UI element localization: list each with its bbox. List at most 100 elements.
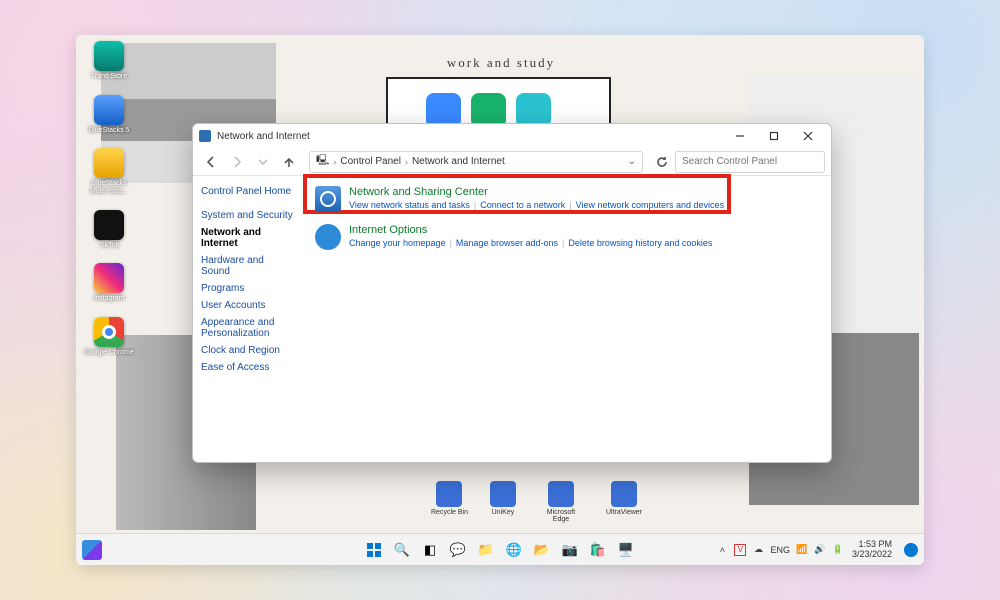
tray-overflow-icon[interactable]: ˄ [716,544,728,556]
desktop-shortcut[interactable]: UltraViewer [606,481,642,523]
breadcrumb-current[interactable]: Network and Internet [412,156,505,167]
wallpaper-heading: work and study [376,55,626,71]
desktop-icon-instagram[interactable]: Instagram [82,263,136,303]
up-button[interactable] [277,150,301,174]
instagram-icon [94,263,124,293]
desktop-icon-trans-store[interactable]: Trans Store [82,41,136,81]
shortcut-label: Microsoft Edge [538,509,584,523]
shortcut-icon [490,481,516,507]
desktop-shortcut[interactable]: UniKey [490,481,516,523]
desktop-icon-label: Google Chrome [84,349,133,357]
sidebar-item[interactable]: Appearance and Personalization [201,314,295,342]
category-sublink[interactable]: View network computers and devices [576,200,724,210]
category-sublink[interactable]: Change your homepage [349,238,446,248]
category-sublink[interactable]: Connect to a network [480,200,565,210]
desktop-icon-bluestacks[interactable]: BlueStacks 5 [82,95,136,135]
shortcut-icon [611,481,637,507]
shortcut-icon [436,481,462,507]
sidebar: Control Panel Home System and SecurityNe… [193,176,303,462]
search-input[interactable] [682,156,818,167]
start-button[interactable] [363,539,385,561]
desktop-icons-column: Trans Store BlueStacks 5 BlueStacks Multi-… [82,41,136,357]
forward-button[interactable] [225,150,249,174]
breadcrumb-icon: 🖳 [316,153,329,170]
taskbar-center: 🔍 ◧ 💬 📁 🌐 📂 📷 🛍️ 🖥️ [363,539,637,561]
sidebar-item[interactable]: Ease of Access [201,359,295,376]
desktop-icon-label: Instagram [93,295,124,303]
address-bar[interactable]: 🖳 › Control Panel › Network and Internet… [309,151,643,173]
widgets-button[interactable] [82,540,102,560]
category-block: Network and Sharing Center View network … [313,184,821,214]
category-sublink[interactable]: View network status and tasks [349,200,470,210]
task-view-icon[interactable]: ◧ [419,539,441,561]
search-box[interactable] [675,151,825,173]
sidebar-item[interactable]: User Accounts [201,297,295,314]
category-block: Internet Options Change your homepage|Ma… [313,222,821,252]
desktop-shortcut-row: Recycle Bin UniKey Microsoft Edge UltraView… [431,481,642,523]
notification-center-button[interactable] [904,543,918,557]
refresh-button[interactable] [651,150,673,174]
clock[interactable]: 1:53 PM 3/23/2022 [852,540,892,560]
screenshot-frame: work and study Trans Store BlueStacks 5 Bl… [0,0,1000,600]
shortcut-label: Recycle Bin [431,509,468,516]
desktop-icon-tiktok[interactable]: TikTok [82,210,136,250]
address-dropdown-button[interactable]: ⌄ [628,156,636,167]
chrome-icon [94,317,124,347]
bluestacks-multi-icon [94,148,124,178]
taskbar: 🔍 ◧ 💬 📁 🌐 📂 📷 🛍️ 🖥️ ˄ V ☁ ENG 📶 🔊 [76,533,924,565]
file-explorer-icon[interactable]: 📁 [475,539,497,561]
category-icon [315,224,341,250]
taskbar-app-icon[interactable]: 🖥️ [615,539,637,561]
category-icon [315,186,341,212]
edge-icon[interactable]: 🌐 [503,539,525,561]
desktop-shortcut[interactable]: Recycle Bin [431,481,468,523]
maximize-button[interactable] [757,125,791,147]
recent-locations-button[interactable] [251,150,275,174]
desktop-icon-label: Trans Store [91,73,127,81]
control-panel-window: Network and Internet 🖳 › Control Panel ›… [192,123,832,463]
category-sublink[interactable]: Delete browsing history and cookies [568,238,712,248]
category-sublinks: View network status and tasks|Connect to… [349,200,724,210]
sidebar-item[interactable]: System and Security [201,207,295,224]
titlebar[interactable]: Network and Internet [193,124,831,148]
desktop-icon-chrome[interactable]: Google Chrome [82,317,136,357]
onedrive-icon[interactable]: ☁ [752,544,764,556]
nav-toolbar: 🖳 › Control Panel › Network and Internet… [193,148,831,176]
desktop: work and study Trans Store BlueStacks 5 Bl… [76,35,924,565]
sidebar-item[interactable]: Clock and Region [201,342,295,359]
back-button[interactable] [199,150,223,174]
language-indicator[interactable]: ENG [770,545,790,555]
chevron-right-icon: › [333,157,336,167]
sidebar-item[interactable]: Hardware and Sound [201,252,295,280]
tiktok-icon [94,210,124,240]
breadcrumb-root[interactable]: Control Panel [340,156,401,167]
window-title: Network and Internet [217,131,310,142]
sidebar-item[interactable]: Programs [201,280,295,297]
tray-app-icon[interactable]: V [734,544,746,556]
control-panel-icon [199,130,211,142]
category-title-link[interactable]: Network and Sharing Center [349,186,724,198]
control-panel-home-link[interactable]: Control Panel Home [201,186,295,197]
content-pane: Network and Sharing Center View network … [303,176,831,462]
desktop-shortcut[interactable]: Microsoft Edge [538,481,584,523]
category-sublink[interactable]: Manage browser add-ons [456,238,558,248]
taskbar-app-icon[interactable]: 📂 [531,539,553,561]
sidebar-item[interactable]: Network and Internet [201,224,295,252]
taskbar-app-icon[interactable]: 📷 [559,539,581,561]
volume-icon[interactable]: 🔊 [814,544,826,556]
minimize-button[interactable] [723,125,757,147]
battery-icon[interactable]: 🔋 [832,544,844,556]
desktop-icon-bluestacks-multi[interactable]: BlueStacks Multi-Insta... [82,148,136,195]
taskbar-app-icon[interactable]: 🛍️ [587,539,609,561]
system-tray[interactable]: ˄ V ☁ ENG 📶 🔊 🔋 [716,544,844,556]
shortcut-label: UniKey [492,509,515,516]
chat-icon[interactable]: 💬 [447,539,469,561]
close-button[interactable] [791,125,825,147]
category-title-link[interactable]: Internet Options [349,224,712,236]
desktop-icon-label: BlueStacks 5 [89,127,130,135]
search-icon[interactable]: 🔍 [391,539,413,561]
wifi-icon[interactable]: 📶 [796,544,808,556]
shortcut-label: UltraViewer [606,509,642,516]
bluestacks-icon [94,95,124,125]
desktop-icon-label: TikTok [99,242,119,250]
